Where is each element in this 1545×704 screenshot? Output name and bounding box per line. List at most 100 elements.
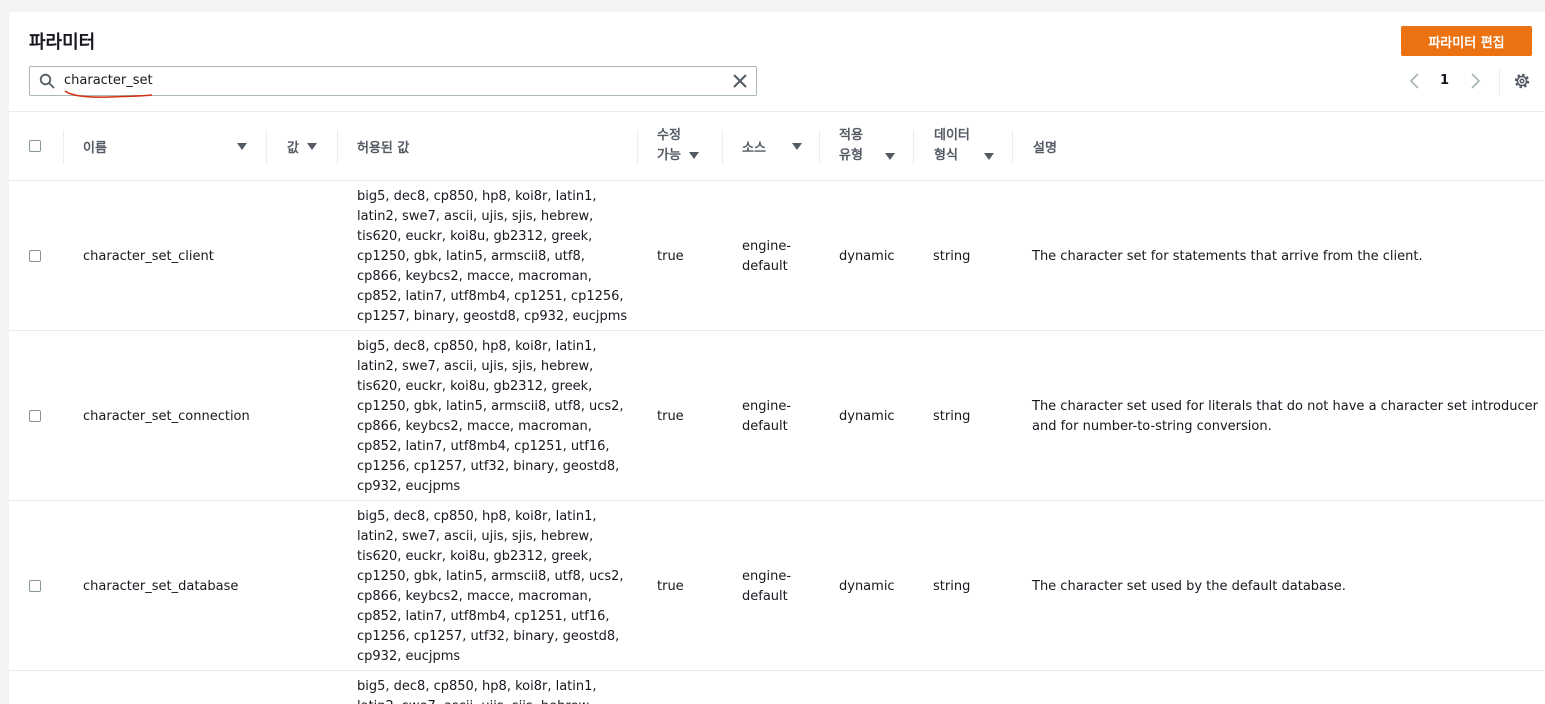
allowed-values-line: cp932, eucjpms <box>357 649 461 664</box>
column-apply-label-2: 유형 <box>839 148 863 163</box>
allowed-values: big5, dec8, cp850, hp8, koi8r, latin1, la… <box>357 507 624 667</box>
red-underline-annotation <box>64 90 153 98</box>
apply-type-value: dynamic <box>839 577 895 597</box>
column-divider <box>337 130 338 164</box>
column-description-header: 설명 <box>1033 112 1057 180</box>
table-row[interactable]: character_set_database big5, dec8, cp850,… <box>9 501 1545 671</box>
row-checkbox[interactable] <box>29 250 41 262</box>
column-divider <box>637 130 638 164</box>
row-checkbox[interactable] <box>29 580 41 592</box>
column-datatype-label-2: 형식 <box>934 148 958 163</box>
allowed-values-line: cp852, latin7, utf8mb4, cp1251, utf16, <box>357 439 610 454</box>
previous-page-icon[interactable] <box>1408 72 1422 90</box>
source-value-line: engine- <box>742 239 792 254</box>
table-row[interactable]: character_set_connection big5, dec8, cp85… <box>9 331 1545 501</box>
allowed-values-line: big5, dec8, cp850, hp8, koi8r, latin1, <box>357 189 597 204</box>
allowed-values-line: latin2, swe7, ascii, ujis, sjis, hebrew, <box>357 359 594 374</box>
column-source-label: 소스 <box>742 140 766 156</box>
select-all-checkbox[interactable] <box>29 140 41 152</box>
data-type-value-line: string <box>933 249 971 264</box>
column-modifiable-label-2: 가능 <box>657 148 681 163</box>
allowed-values-line: cp1250, gbk, latin5, armscii8, utf8, ucs… <box>357 399 624 414</box>
allowed-values-line: tis620, euckr, koi8u, gb2312, greek, <box>357 549 593 564</box>
sort-down-icon[interactable] <box>688 152 699 159</box>
next-page-icon[interactable] <box>1468 72 1482 90</box>
current-page-number[interactable]: 1 <box>1440 73 1449 88</box>
description-value: The character set used for literals that… <box>1032 397 1538 437</box>
allowed-values-line: big5, dec8, cp850, hp8, koi8r, latin1, <box>357 509 597 524</box>
data-type-value-line: string <box>933 409 971 424</box>
search-input[interactable]: character_set <box>64 73 153 88</box>
source-value: engine-default <box>742 397 791 437</box>
description-value: The character set for statements that ar… <box>1032 247 1423 267</box>
search-icon <box>39 73 55 89</box>
description-value: The character set used by the default da… <box>1032 577 1346 597</box>
column-source-header[interactable]: 소스 <box>742 112 802 180</box>
description-value-line: The character set for statements that ar… <box>1032 249 1423 264</box>
data-type-value-line: string <box>933 579 971 594</box>
parameter-name-line: character_set_client <box>83 249 214 264</box>
column-divider <box>1012 130 1013 164</box>
parameters-panel: 파라미터 파라미터 편집 character_set 1 이름 값 허용된 값 … <box>9 12 1545 704</box>
clear-search-icon[interactable] <box>732 73 748 89</box>
column-apply-label-1: 적용 <box>839 128 863 143</box>
sort-down-icon[interactable] <box>984 152 994 160</box>
pager-divider <box>1499 68 1500 96</box>
source-value-line: default <box>742 259 788 274</box>
allowed-values-line: tis620, euckr, koi8u, gb2312, greek, <box>357 229 593 244</box>
allowed-values-line: tis620, euckr, koi8u, gb2312, greek, <box>357 379 593 394</box>
table-row[interactable]: character_set_client big5, dec8, cp850, h… <box>9 181 1545 331</box>
column-apply-header[interactable]: 적용 유형 <box>839 112 895 180</box>
allowed-values-line: cp852, latin7, utf8mb4, cp1251, utf16, <box>357 609 610 624</box>
modifiable-value-line: true <box>657 579 684 594</box>
edit-parameters-button[interactable]: 파라미터 편집 <box>1401 26 1532 56</box>
allowed-values-line: latin2, swe7, ascii, ujis, sjis, hebrew, <box>357 529 594 544</box>
column-name-label: 이름 <box>83 140 107 156</box>
allowed-values-line: big5, dec8, cp850, hp8, koi8r, latin1, <box>357 679 597 694</box>
column-datatype-header[interactable]: 데이터 형식 <box>934 112 994 180</box>
column-datatype-label-1: 데이터 <box>934 128 970 143</box>
apply-type-value-line: dynamic <box>839 579 895 594</box>
allowed-values-line: cp866, keybcs2, macce, macroman, <box>357 589 592 604</box>
row-checkbox[interactable] <box>29 410 41 422</box>
modifiable-value: true <box>657 407 684 427</box>
modifiable-value-line: true <box>657 409 684 424</box>
allowed-values-line: cp1250, gbk, latin5, armscii8, utf8, <box>357 249 585 264</box>
source-value: engine-default <box>742 237 791 277</box>
source-value-line: engine- <box>742 399 792 414</box>
source-value-line: default <box>742 589 788 604</box>
column-name-header[interactable]: 이름 <box>83 112 253 180</box>
allowed-values-line: latin2, swe7, ascii, ujis, sjis, hebrew, <box>357 697 597 704</box>
sort-down-icon[interactable] <box>792 142 802 150</box>
allowed-values-line: cp1256, cp1257, utf32, binary, geostd8, <box>357 629 620 644</box>
parameter-name: character_set_database <box>83 577 238 597</box>
column-value-label: 값 <box>287 140 299 156</box>
apply-type-value: dynamic <box>839 247 895 267</box>
description-value-line: and for number-to-string conversion. <box>1032 419 1272 434</box>
sort-down-icon[interactable] <box>306 142 317 150</box>
data-type-value: string <box>933 247 970 267</box>
column-description-label: 설명 <box>1033 140 1057 156</box>
allowed-values: big5, dec8, cp850, hp8, koi8r, latin1, la… <box>357 677 597 704</box>
allowed-values-line: cp852, latin7, utf8mb4, cp1251, cp1256, <box>357 289 624 304</box>
data-type-value: string <box>933 407 970 427</box>
column-divider <box>722 130 723 164</box>
column-modifiable-label-1: 수정 <box>657 128 681 143</box>
modifiable-value: true <box>657 577 684 597</box>
allowed-values-line: cp866, keybcs2, macce, macroman, <box>357 269 592 284</box>
allowed-values: big5, dec8, cp850, hp8, koi8r, latin1, la… <box>357 187 627 327</box>
page-title: 파라미터 <box>29 32 96 53</box>
parameter-name: character_set_client <box>83 247 214 267</box>
source-value-line: engine- <box>742 569 792 584</box>
column-modifiable-header[interactable]: 수정 가능 <box>657 112 699 180</box>
gear-icon[interactable] <box>1513 72 1531 90</box>
allowed-values-line: cp932, eucjpms <box>357 479 461 494</box>
description-value-line: The character set used for literals that… <box>1032 399 1538 414</box>
search-box[interactable]: character_set <box>29 66 757 98</box>
allowed-values-line: cp1257, binary, geostd8, cp932, eucjpms <box>357 309 628 324</box>
apply-type-value-line: dynamic <box>839 409 895 424</box>
sort-down-icon[interactable] <box>885 152 895 160</box>
sort-down-icon[interactable] <box>237 142 247 150</box>
table-row[interactable]: big5, dec8, cp850, hp8, koi8r, latin1, la… <box>9 671 1545 704</box>
column-value-header[interactable]: 값 <box>287 112 317 180</box>
